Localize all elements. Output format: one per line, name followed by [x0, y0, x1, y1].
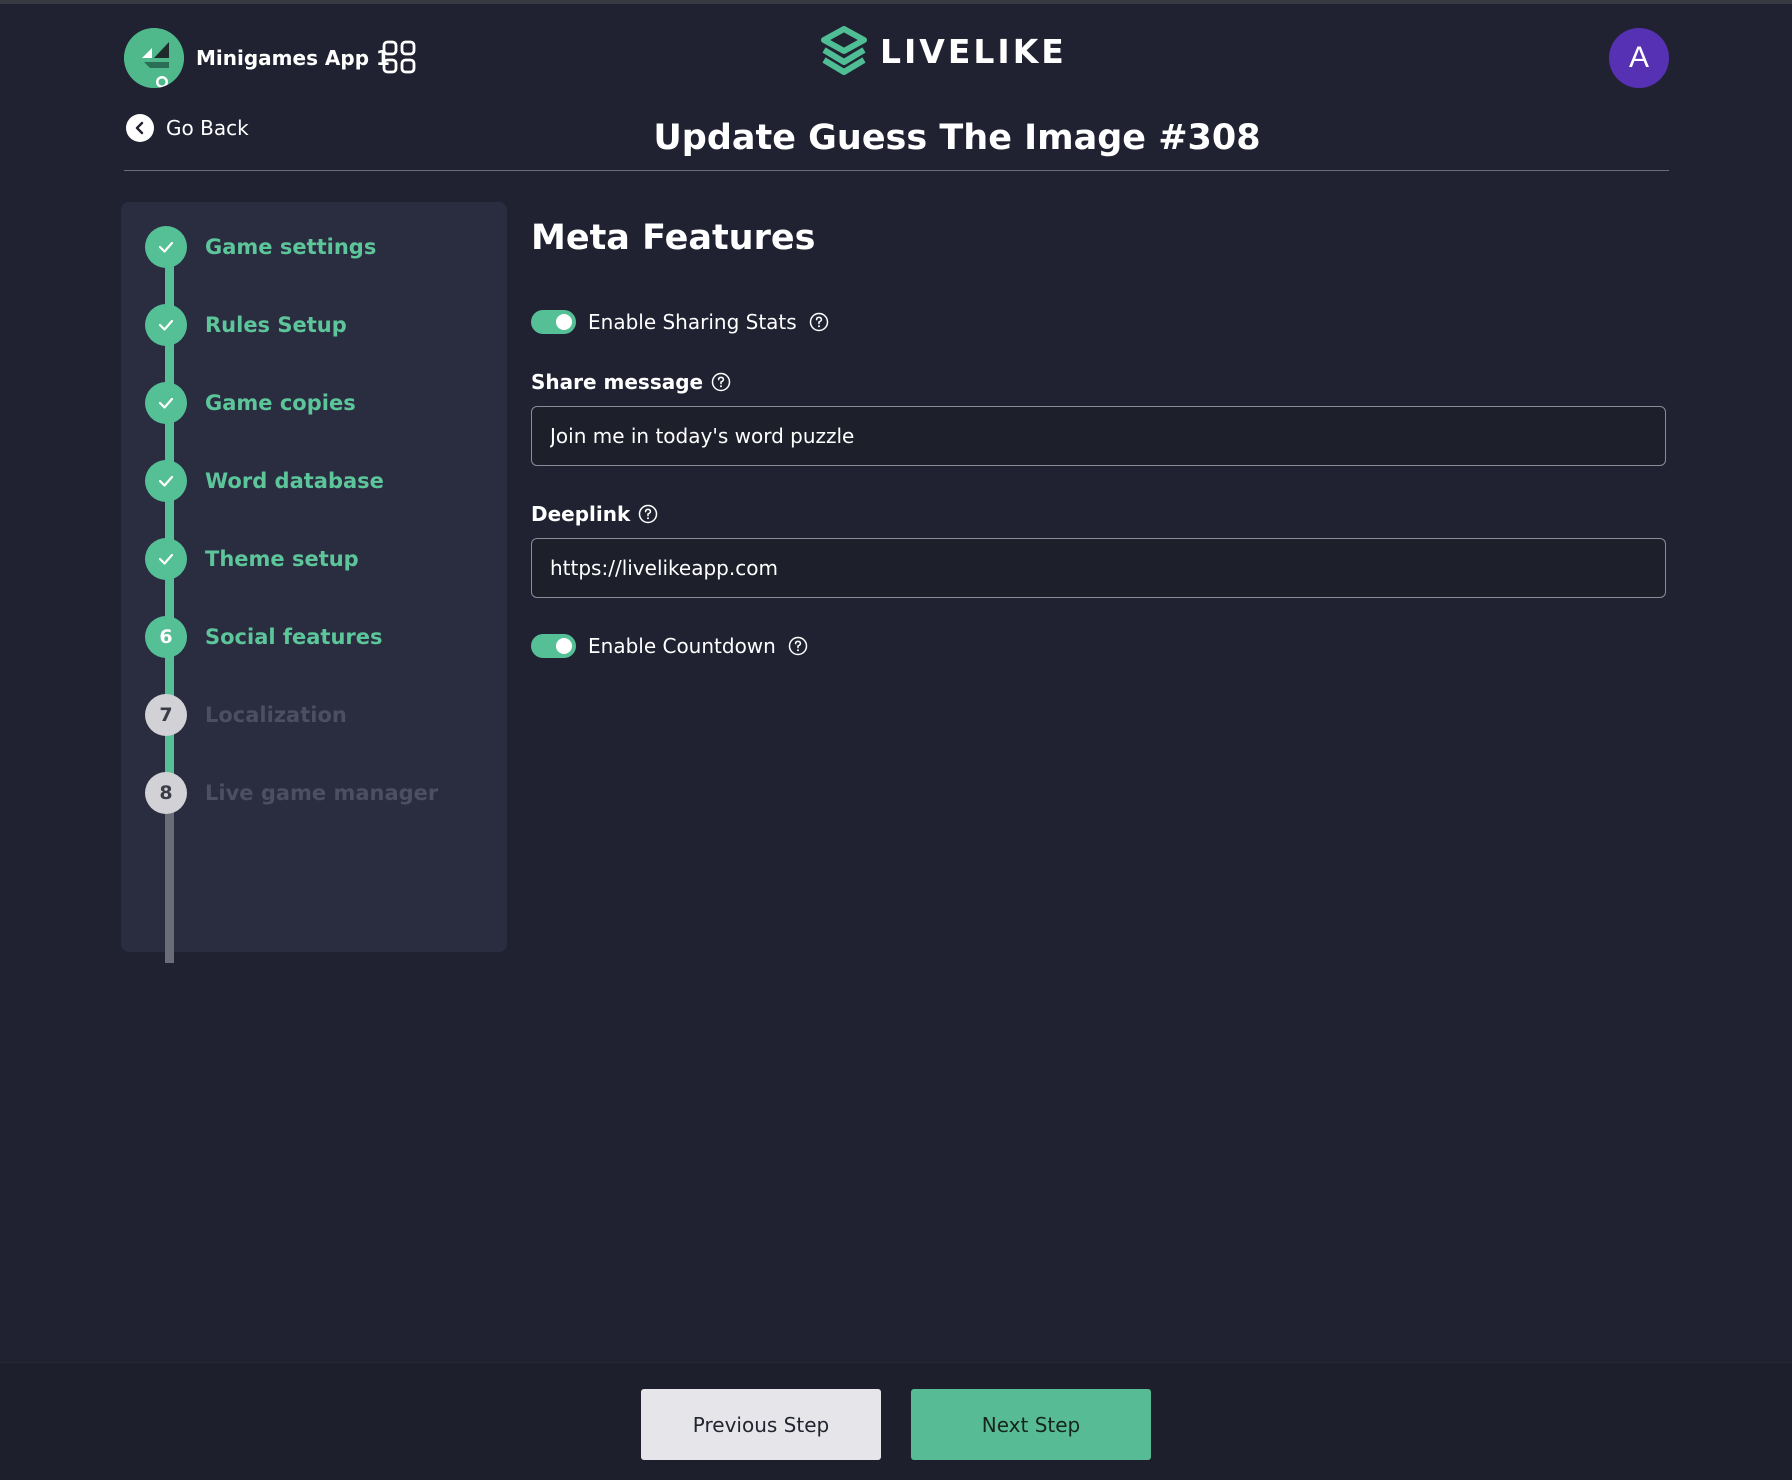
countdown-toggle[interactable] — [531, 634, 576, 658]
share-message-label-row: Share message — [531, 370, 731, 394]
help-icon[interactable] — [711, 372, 731, 392]
help-icon[interactable] — [638, 504, 658, 524]
window-top-border — [0, 0, 1792, 4]
check-icon — [145, 460, 187, 502]
app-logo-icon — [124, 28, 184, 88]
title-divider — [124, 170, 1669, 171]
previous-step-button[interactable]: Previous Step — [641, 1389, 881, 1460]
app-name: Minigames App 1 — [196, 46, 390, 70]
step-label: Rules Setup — [205, 313, 347, 337]
sharing-stats-label: Enable Sharing Stats — [588, 310, 797, 334]
step-game-copies[interactable]: Game copies — [145, 382, 356, 424]
step-label: Game copies — [205, 391, 356, 415]
check-icon — [145, 538, 187, 580]
help-icon[interactable] — [809, 312, 829, 332]
countdown-row: Enable Countdown — [531, 634, 808, 658]
step-localization: 7 Localization — [145, 694, 347, 736]
step-game-settings[interactable]: Game settings — [145, 226, 376, 268]
share-message-label: Share message — [531, 370, 704, 394]
step-label: Game settings — [205, 235, 377, 259]
step-label: Live game manager — [205, 781, 439, 805]
next-step-button[interactable]: Next Step — [911, 1389, 1151, 1460]
step-label: Localization — [205, 703, 347, 727]
step-label: Social features — [205, 625, 383, 649]
step-label: Theme setup — [205, 547, 359, 571]
check-icon — [145, 226, 187, 268]
livelike-logo-icon — [821, 26, 867, 75]
brand-logo: LIVELIKE — [820, 26, 1067, 76]
app-grid-icon[interactable] — [382, 40, 416, 74]
share-message-input[interactable] — [531, 406, 1666, 466]
step-word-database[interactable]: Word database — [145, 460, 384, 502]
toggle-knob — [556, 314, 572, 330]
step-social-features[interactable]: 6 Social features — [145, 616, 383, 658]
step-number: 7 — [145, 694, 187, 736]
toggle-knob — [556, 638, 572, 654]
remaining-progress-line — [165, 791, 174, 963]
step-rules-setup[interactable]: Rules Setup — [145, 304, 347, 346]
section-title: Meta Features — [531, 218, 816, 258]
step-number: 6 — [145, 616, 187, 658]
step-navigation: Game settings Rules Setup Game copies Wo… — [121, 202, 507, 963]
footer-bar — [0, 1362, 1792, 1480]
deeplink-input[interactable] — [531, 538, 1666, 598]
check-icon — [145, 382, 187, 424]
step-live-game-manager: 8 Live game manager — [145, 772, 438, 814]
countdown-label: Enable Countdown — [588, 634, 776, 658]
check-icon — [145, 304, 187, 346]
page-title: Update Guess The Image #308 — [653, 118, 1261, 158]
user-avatar[interactable]: A — [1609, 28, 1669, 88]
step-label: Word database — [205, 469, 384, 493]
step-number: 8 — [145, 772, 187, 814]
deeplink-label: Deeplink — [531, 502, 631, 526]
step-theme-setup[interactable]: Theme setup — [145, 538, 359, 580]
app-logo[interactable] — [124, 28, 184, 88]
brand-name: LIVELIKE — [880, 31, 1067, 71]
help-icon[interactable] — [788, 636, 808, 656]
sharing-stats-toggle[interactable] — [531, 310, 576, 334]
deeplink-label-row: Deeplink — [531, 502, 658, 526]
sharing-stats-row: Enable Sharing Stats — [531, 310, 829, 334]
